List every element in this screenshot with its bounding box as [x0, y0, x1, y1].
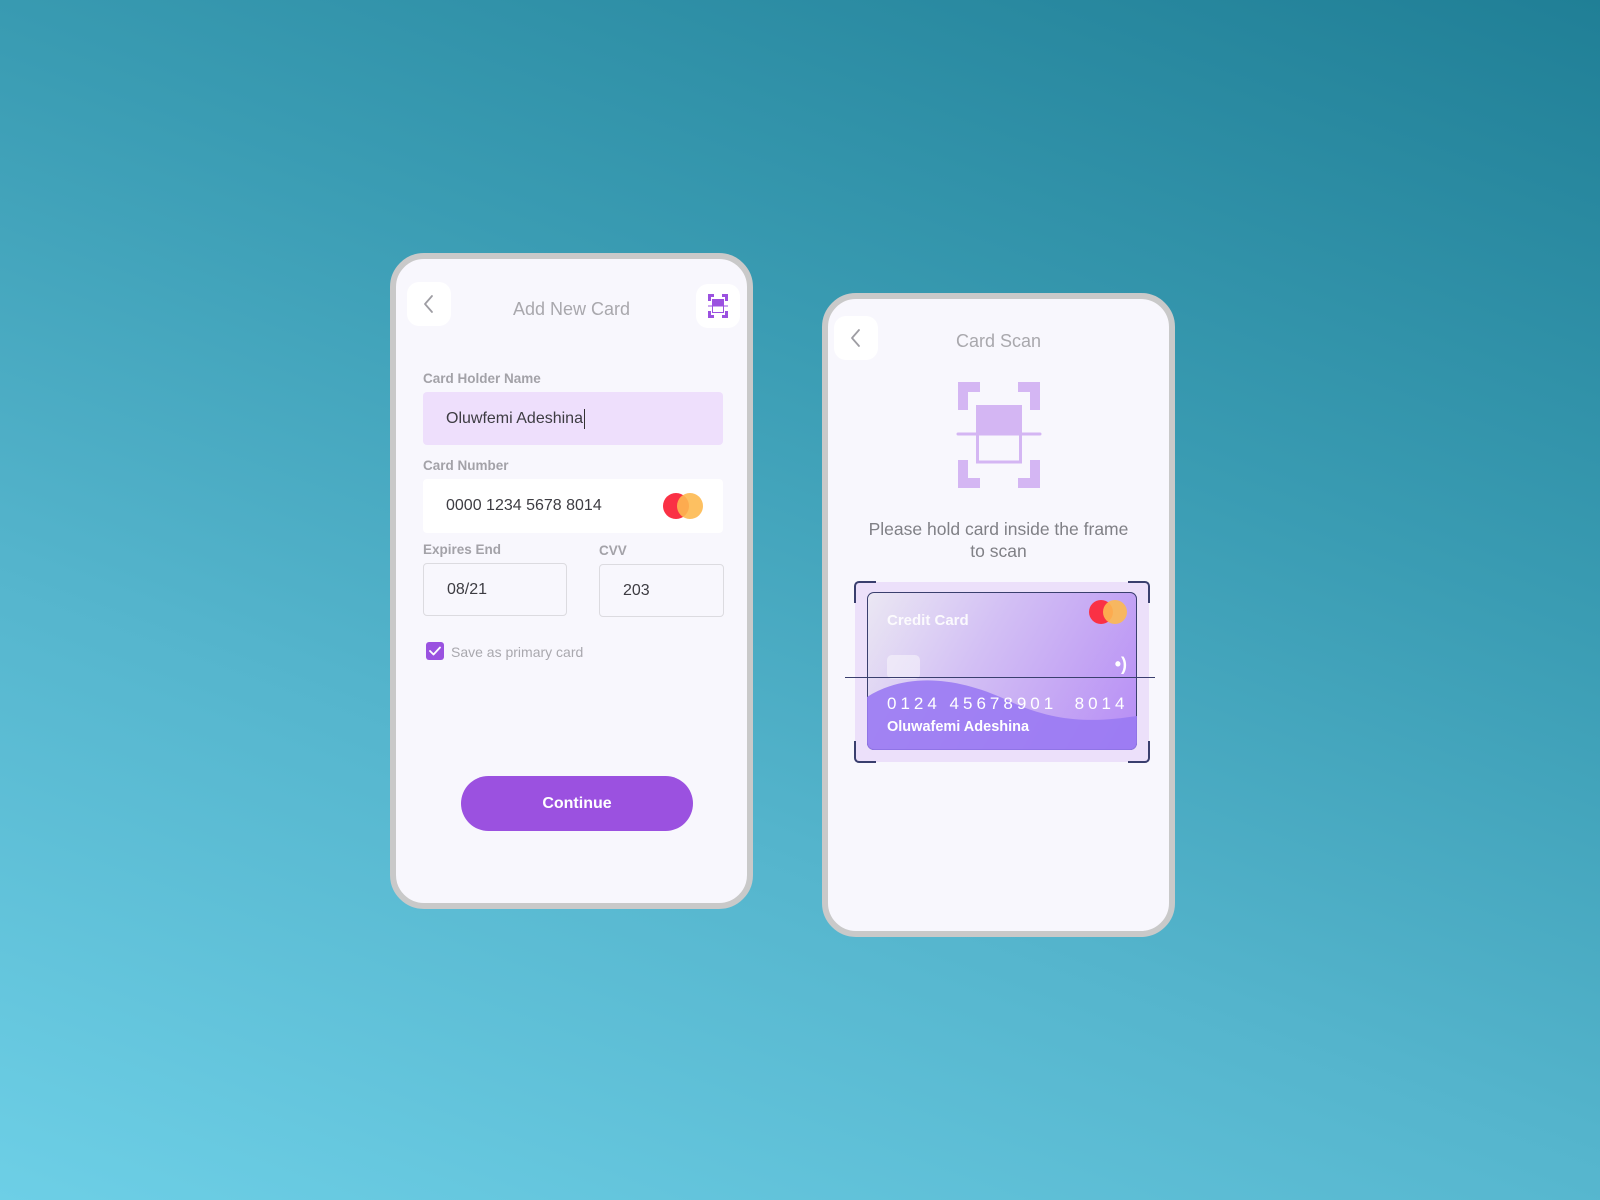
- primary-card-label: Save as primary card: [451, 644, 584, 660]
- holder-name-label: Card Holder Name: [423, 371, 541, 386]
- continue-button[interactable]: Continue: [461, 776, 693, 831]
- card-number-label: Card Number: [423, 458, 509, 473]
- expiry-input[interactable]: 08/21: [423, 563, 567, 616]
- card-number-input[interactable]: 0000 1234 5678 8014: [423, 479, 723, 533]
- card-type-label: Credit Card: [887, 612, 969, 629]
- credit-card-preview: Credit Card •) 0124 45678901 8014 Oluwaf…: [867, 592, 1137, 750]
- chip-icon: [887, 655, 920, 679]
- scan-illustration-icon: [956, 382, 1042, 488]
- card-number-preview: 0124 45678901 8014: [887, 694, 1129, 713]
- cvv-value: 203: [623, 581, 650, 599]
- scan-instruction: Please hold card inside the frame to sca…: [868, 519, 1129, 561]
- primary-card-checkbox[interactable]: [426, 642, 444, 660]
- scan-line: [845, 677, 1155, 678]
- checkmark-icon: [429, 646, 441, 656]
- cvv-label: CVV: [599, 543, 627, 558]
- text-caret: [583, 408, 586, 429]
- holder-name-value: Oluwfemi Adeshina: [446, 409, 583, 427]
- nfc-icon: •): [1114, 654, 1127, 674]
- page-title: Card Scan: [955, 331, 1042, 351]
- card-holder-preview: Oluwafemi Adeshina: [887, 719, 1030, 735]
- mastercard-logo-icon: [663, 493, 703, 519]
- expiry-value: 08/21: [447, 580, 488, 598]
- card-scan-screen: Card Scan Please hold card inside the fr…: [822, 293, 1175, 937]
- scan-card-button[interactable]: [696, 284, 740, 328]
- card-number-value: 0000 1234 5678 8014: [446, 497, 602, 514]
- holder-name-input[interactable]: Oluwfemi Adeshina: [423, 392, 723, 445]
- page-title: Add New Card: [512, 299, 631, 319]
- mastercard-logo-icon: [1089, 600, 1127, 624]
- scan-icon: [708, 294, 728, 318]
- scan-frame: Credit Card •) 0124 45678901 8014 Oluwaf…: [845, 581, 1155, 763]
- expiry-label: Expires End: [423, 542, 502, 557]
- cvv-input[interactable]: 203: [599, 564, 724, 617]
- add-card-screen: Add New Card Card Holder Name Oluwfemi A…: [390, 253, 753, 909]
